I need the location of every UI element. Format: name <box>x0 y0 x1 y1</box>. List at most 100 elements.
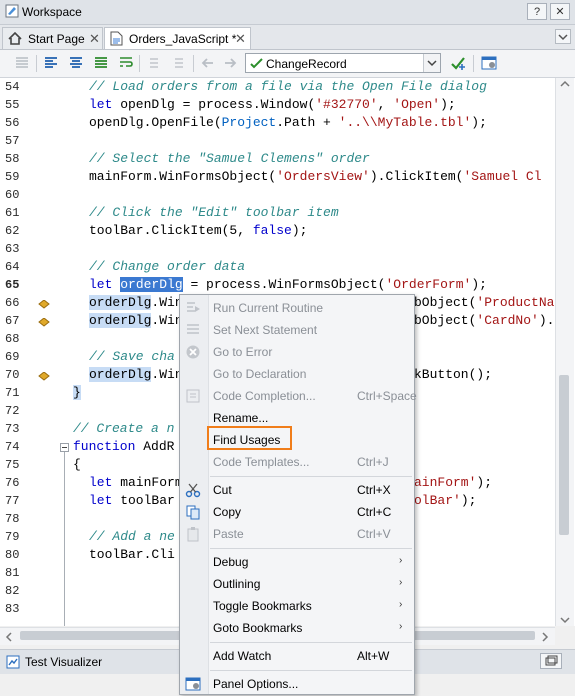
code-line: // Save cha <box>89 349 175 364</box>
code-line-tail: kButton(); <box>414 367 493 382</box>
routine-icon <box>250 58 263 69</box>
tab-label: Start Page <box>28 32 85 46</box>
toolbar-separator <box>36 55 37 72</box>
line-number-gutter: 54 55 56 57 58 59 60 61 62 63 64 65 66 67 68 69 70 71 72 73… <box>0 78 70 626</box>
line-number: 64 <box>5 260 20 274</box>
code-line: // Add a ne <box>89 529 175 544</box>
line-number: 66 <box>5 296 20 310</box>
line-number: 68 <box>5 332 20 346</box>
panel-options-icon[interactable] <box>481 55 497 71</box>
align-left-icon[interactable] <box>43 55 59 71</box>
routine-select[interactable]: ChangeRecord <box>245 53 441 73</box>
line-number: 70 <box>5 368 20 382</box>
selected-text: orderDlg <box>120 277 183 292</box>
vertical-scroll-thumb[interactable] <box>559 375 569 535</box>
code-line: openDlg.OpenFile(Project.Path + '..\\MyT… <box>89 115 487 130</box>
line-number: 63 <box>5 242 20 256</box>
add-checkpoint-icon[interactable] <box>450 55 466 71</box>
menu-item-go-to-error[interactable]: Go to Error <box>180 341 414 363</box>
line-number: 58 <box>5 152 20 166</box>
code-line: } <box>73 385 81 400</box>
tab-start-page[interactable]: Start Page ✕ <box>2 27 103 49</box>
restore-panel-button[interactable] <box>540 653 562 669</box>
line-number: 81 <box>5 566 20 580</box>
window-title: Workspace <box>22 5 82 19</box>
code-line: mainForm.WinFormsObject('OrdersView').Cl… <box>89 169 542 184</box>
code-line: // Create a n <box>73 421 175 436</box>
menu-item-panel-options[interactable]: Panel Options... <box>180 673 414 695</box>
menu-item-paste[interactable]: Paste Ctrl+V <box>180 523 414 545</box>
scroll-up-icon[interactable] <box>560 80 570 88</box>
menu-item-copy[interactable]: Copy Ctrl+C <box>180 501 414 523</box>
copy-icon <box>186 505 200 520</box>
code-line: toolBar.Cli <box>89 547 175 562</box>
wrap-lines-icon[interactable] <box>118 55 134 71</box>
chevron-down-icon <box>427 60 437 67</box>
scroll-right-icon[interactable] <box>541 632 549 642</box>
line-number: 76 <box>5 476 20 490</box>
menu-item-code-templates[interactable]: Code Templates... Ctrl+J <box>180 451 414 473</box>
bookmark-icon[interactable] <box>38 300 50 309</box>
code-line: toolBar.ClickItem(5, false); <box>89 223 308 238</box>
help-button[interactable]: ? <box>527 3 547 20</box>
tab-label: Orders_JavaScript * <box>129 32 237 46</box>
menu-separator <box>210 670 412 671</box>
tab-list-dropdown[interactable] <box>555 29 571 44</box>
line-number: 82 <box>5 584 20 598</box>
menu-item-run-current-routine[interactable]: Run Current Routine <box>180 297 414 319</box>
align-center-icon[interactable] <box>68 55 84 71</box>
menu-item-goto-bookmarks[interactable]: Goto Bookmarks › <box>180 617 414 639</box>
context-menu: Run Current Routine Set Next Statement G… <box>179 294 417 695</box>
bookmark-next-icon[interactable] <box>172 55 188 71</box>
menu-item-debug[interactable]: Debug › <box>180 551 414 573</box>
outline-line <box>64 452 65 626</box>
routine-dropdown-button[interactable] <box>423 54 440 72</box>
menu-separator <box>210 642 412 643</box>
menu-item-add-watch[interactable]: Add Watch Alt+W <box>180 645 414 667</box>
line-number: 78 <box>5 512 20 526</box>
tab-orders-javascript[interactable]: Orders_JavaScript * ✕ <box>104 27 251 49</box>
comment-lines-icon[interactable] <box>14 55 30 71</box>
code-line-tail: bObject('ProductNa <box>414 295 555 310</box>
line-number: 80 <box>5 548 20 562</box>
run-routine-icon <box>187 302 200 312</box>
menu-item-set-next-statement[interactable]: Set Next Statement <box>180 319 414 341</box>
line-number: 54 <box>5 80 20 94</box>
menu-item-outlining[interactable]: Outlining › <box>180 573 414 595</box>
scroll-down-icon[interactable] <box>560 616 570 624</box>
bookmark-icon[interactable] <box>38 318 50 327</box>
code-line: let toolBar <box>89 493 175 508</box>
back-arrow-icon[interactable] <box>200 55 216 71</box>
vertical-scrollbar[interactable] <box>555 78 574 626</box>
line-number: 71 <box>5 386 20 400</box>
code-completion-icon <box>186 389 200 403</box>
bookmark-icon[interactable] <box>38 372 50 381</box>
menu-item-code-completion[interactable]: Code Completion... Ctrl+Space <box>180 385 417 407</box>
workspace-icon <box>5 4 19 18</box>
line-number: 57 <box>5 134 20 148</box>
scroll-left-icon[interactable] <box>5 632 13 642</box>
menu-separator <box>210 476 412 477</box>
collapse-region-toggle[interactable] <box>60 443 69 452</box>
menu-item-go-to-declaration[interactable]: Go to Declaration <box>180 363 414 385</box>
code-line: orderDlg.Win <box>89 295 183 310</box>
code-line: let openDlg = process.Window('#32770', '… <box>89 97 456 112</box>
script-file-icon <box>110 31 123 46</box>
code-line: function AddR <box>73 439 175 454</box>
submenu-arrow-icon: › <box>399 555 403 566</box>
justify-icon[interactable] <box>93 55 109 71</box>
bookmark-icon[interactable] <box>147 55 163 71</box>
test-visualizer-icon <box>6 655 20 669</box>
close-tab-icon[interactable]: ✕ <box>89 31 100 47</box>
code-line-current: let orderDlg = process.WinFormsObject('O… <box>89 277 487 292</box>
line-number: 56 <box>5 116 20 130</box>
toolbar-separator <box>139 55 140 72</box>
code-line-tail: ainForm'); <box>414 475 493 490</box>
menu-separator <box>210 548 412 549</box>
menu-item-toggle-bookmarks[interactable]: Toggle Bookmarks › <box>180 595 414 617</box>
close-tab-icon[interactable]: ✕ <box>235 31 246 47</box>
menu-item-cut[interactable]: Cut Ctrl+X <box>180 479 414 501</box>
forward-arrow-icon[interactable] <box>222 55 238 71</box>
close-window-button[interactable]: ✕ <box>550 3 570 20</box>
line-number: 83 <box>5 602 20 616</box>
